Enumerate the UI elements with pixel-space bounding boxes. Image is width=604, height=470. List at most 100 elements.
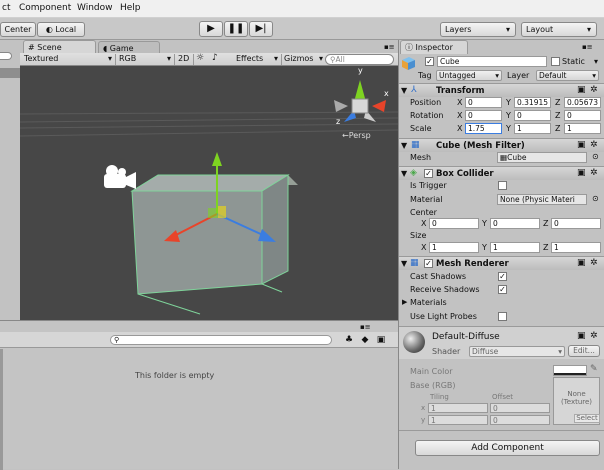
help-book-icon[interactable]: ▣	[577, 258, 586, 268]
pause-button[interactable]: ❚❚	[224, 21, 248, 37]
favorite-icon[interactable]: ▣	[376, 335, 386, 345]
eyedropper-icon[interactable]: ✎	[590, 364, 598, 374]
mesh-renderer-enabled-checkbox[interactable]: ✓	[424, 259, 433, 268]
center-y-field[interactable]: 0	[490, 218, 540, 229]
position-y-field[interactable]: 0.31915	[514, 97, 551, 108]
tab-inspector[interactable]: ⓘ Inspector	[400, 40, 468, 54]
layout-dropdown[interactable]: Layout ▾	[521, 22, 597, 37]
rotation-z-field[interactable]: 0	[564, 110, 601, 121]
menu-window[interactable]: Window	[77, 3, 113, 13]
filter-by-type-icon[interactable]: ♣	[344, 335, 354, 345]
hierarchy-search-input[interactable]	[0, 52, 12, 60]
step-button[interactable]: ▶|	[249, 21, 273, 37]
camera-icon[interactable]	[104, 165, 136, 189]
physic-material-field[interactable]: None (Physic Materi	[497, 194, 587, 205]
mesh-renderer-header[interactable]: ▼ ▦ ✓ Mesh Renderer ▣ ✲	[399, 256, 604, 270]
add-component-button[interactable]: Add Component	[415, 440, 600, 456]
filter-by-label-icon[interactable]: ◆	[360, 335, 370, 345]
box-collider-header[interactable]: ▼ ◈ ✓ Box Collider ▣ ✲	[399, 166, 604, 180]
shader-dropdown[interactable]: Diffuse ▾	[469, 346, 565, 357]
materials-foldout-label[interactable]: Materials	[410, 298, 447, 307]
is-trigger-checkbox[interactable]	[498, 181, 507, 190]
help-book-icon[interactable]: ▣	[577, 331, 586, 341]
center-x-field[interactable]: 0	[429, 218, 479, 229]
size-x-field[interactable]: 1	[429, 242, 479, 253]
receive-shadows-checkbox[interactable]: ✓	[498, 285, 507, 294]
help-book-icon[interactable]: ▣	[577, 168, 586, 178]
size-y-field[interactable]: 1	[490, 242, 540, 253]
object-name-field[interactable]: Cube	[437, 56, 547, 67]
empty-folder-message: This folder is empty	[135, 371, 215, 380]
select-texture-button[interactable]: Select	[574, 414, 600, 423]
offset-x-field[interactable]: 0	[490, 403, 550, 413]
pivot-center-button[interactable]: Center	[0, 22, 36, 37]
audio-icon[interactable]: ♪	[212, 53, 226, 63]
tag-dropdown[interactable]: Untagged ▾	[436, 70, 502, 81]
panel-menu-icon[interactable]: ▪≡	[384, 43, 396, 51]
mesh-field[interactable]: ▦Cube	[497, 152, 587, 163]
menu-edit[interactable]: ct	[2, 3, 10, 13]
static-checkbox[interactable]	[551, 57, 560, 66]
position-z-field[interactable]: 0.05673	[564, 97, 601, 108]
menu-help[interactable]: Help	[120, 3, 141, 13]
active-checkbox[interactable]: ✓	[425, 57, 434, 66]
scene-search-input[interactable]: ⚲All	[325, 54, 394, 65]
menu-component[interactable]: Component	[19, 3, 71, 13]
rotation-x-field[interactable]: 0	[465, 110, 502, 121]
position-x-field[interactable]: 0	[465, 97, 502, 108]
panel-menu-icon[interactable]: ▪≡	[582, 43, 593, 51]
texture-slot[interactable]: None (Texture) Select	[553, 377, 600, 425]
orientation-gizmo[interactable]	[334, 80, 386, 122]
mesh-filter-header[interactable]: ▼ ▦ Cube (Mesh Filter) ▣ ✲	[399, 138, 604, 152]
tiling-y-field[interactable]: 1	[428, 415, 488, 425]
gear-icon[interactable]: ✲	[590, 258, 598, 268]
project-search-input[interactable]: ⚲	[110, 335, 332, 345]
shading-dropdown[interactable]: Textured ▾	[24, 54, 116, 65]
cast-shadows-checkbox[interactable]: ✓	[498, 272, 507, 281]
effects-dropdown[interactable]: Effects ▾	[236, 54, 282, 65]
scene-viewport[interactable]: y x z ←Persp	[20, 66, 398, 320]
layers-dropdown[interactable]: Layers ▾	[440, 22, 516, 37]
gizmos-dropdown[interactable]: Gizmos ▾	[284, 54, 324, 65]
layer-dropdown[interactable]: Default ▾	[536, 70, 599, 81]
edit-shader-button[interactable]: Edit...	[568, 345, 600, 357]
size-z-field[interactable]: 1	[551, 242, 601, 253]
toolbar: Center ◐ Local ▶ ❚❚ ▶| Layers ▾ Layout ▾	[0, 18, 604, 40]
panel-menu-icon[interactable]: ▪≡	[360, 323, 371, 331]
help-book-icon[interactable]: ▣	[577, 140, 586, 150]
transform-header[interactable]: ▼ ⅄ Transform ▣ ✲	[399, 83, 604, 97]
chevron-down-icon: ▾	[495, 71, 499, 80]
box-collider-enabled-checkbox[interactable]: ✓	[424, 169, 433, 178]
chevron-down-icon[interactable]: ▾	[594, 57, 598, 66]
main-color-swatch[interactable]	[553, 365, 587, 376]
help-book-icon[interactable]: ▣	[577, 85, 586, 95]
scale-z-field[interactable]: 1	[564, 123, 601, 134]
center-z-field[interactable]: 0	[551, 218, 601, 229]
scale-x-field[interactable]: 1.75	[465, 123, 502, 134]
play-button[interactable]: ▶	[199, 21, 223, 37]
cube-object[interactable]	[130, 174, 298, 315]
gear-icon[interactable]: ✲	[590, 168, 598, 178]
offset-y-field[interactable]: 0	[490, 415, 550, 425]
chevron-down-icon: ▾	[558, 347, 562, 356]
use-light-probes-checkbox[interactable]	[498, 312, 507, 321]
tiling-x-field[interactable]: 1	[428, 403, 488, 413]
foldout-arrow-icon[interactable]: ▶	[402, 298, 407, 306]
sun-icon[interactable]: ☼	[196, 53, 210, 63]
rotation-y-field[interactable]: 0	[514, 110, 551, 121]
pivot-local-button[interactable]: ◐ Local	[37, 22, 85, 37]
persp-label[interactable]: ←Persp	[342, 131, 371, 140]
render-mode-dropdown[interactable]: RGB ▾	[119, 54, 175, 65]
hierarchy-selected-row[interactable]	[0, 68, 20, 78]
rotation-z-label: Z	[555, 111, 561, 120]
object-picker-icon[interactable]: ⊙	[592, 152, 599, 161]
object-picker-icon[interactable]: ⊙	[592, 194, 599, 203]
tab-scene[interactable]: # Scene	[23, 40, 96, 54]
gear-icon[interactable]: ✲	[590, 140, 598, 150]
gear-icon[interactable]: ✲	[590, 85, 598, 95]
gear-icon[interactable]: ✲	[590, 331, 598, 341]
2d-toggle[interactable]: 2D	[178, 54, 194, 65]
center-label: Center	[410, 208, 437, 217]
center-z-label: Z	[543, 219, 549, 228]
scale-y-field[interactable]: 1	[514, 123, 551, 134]
